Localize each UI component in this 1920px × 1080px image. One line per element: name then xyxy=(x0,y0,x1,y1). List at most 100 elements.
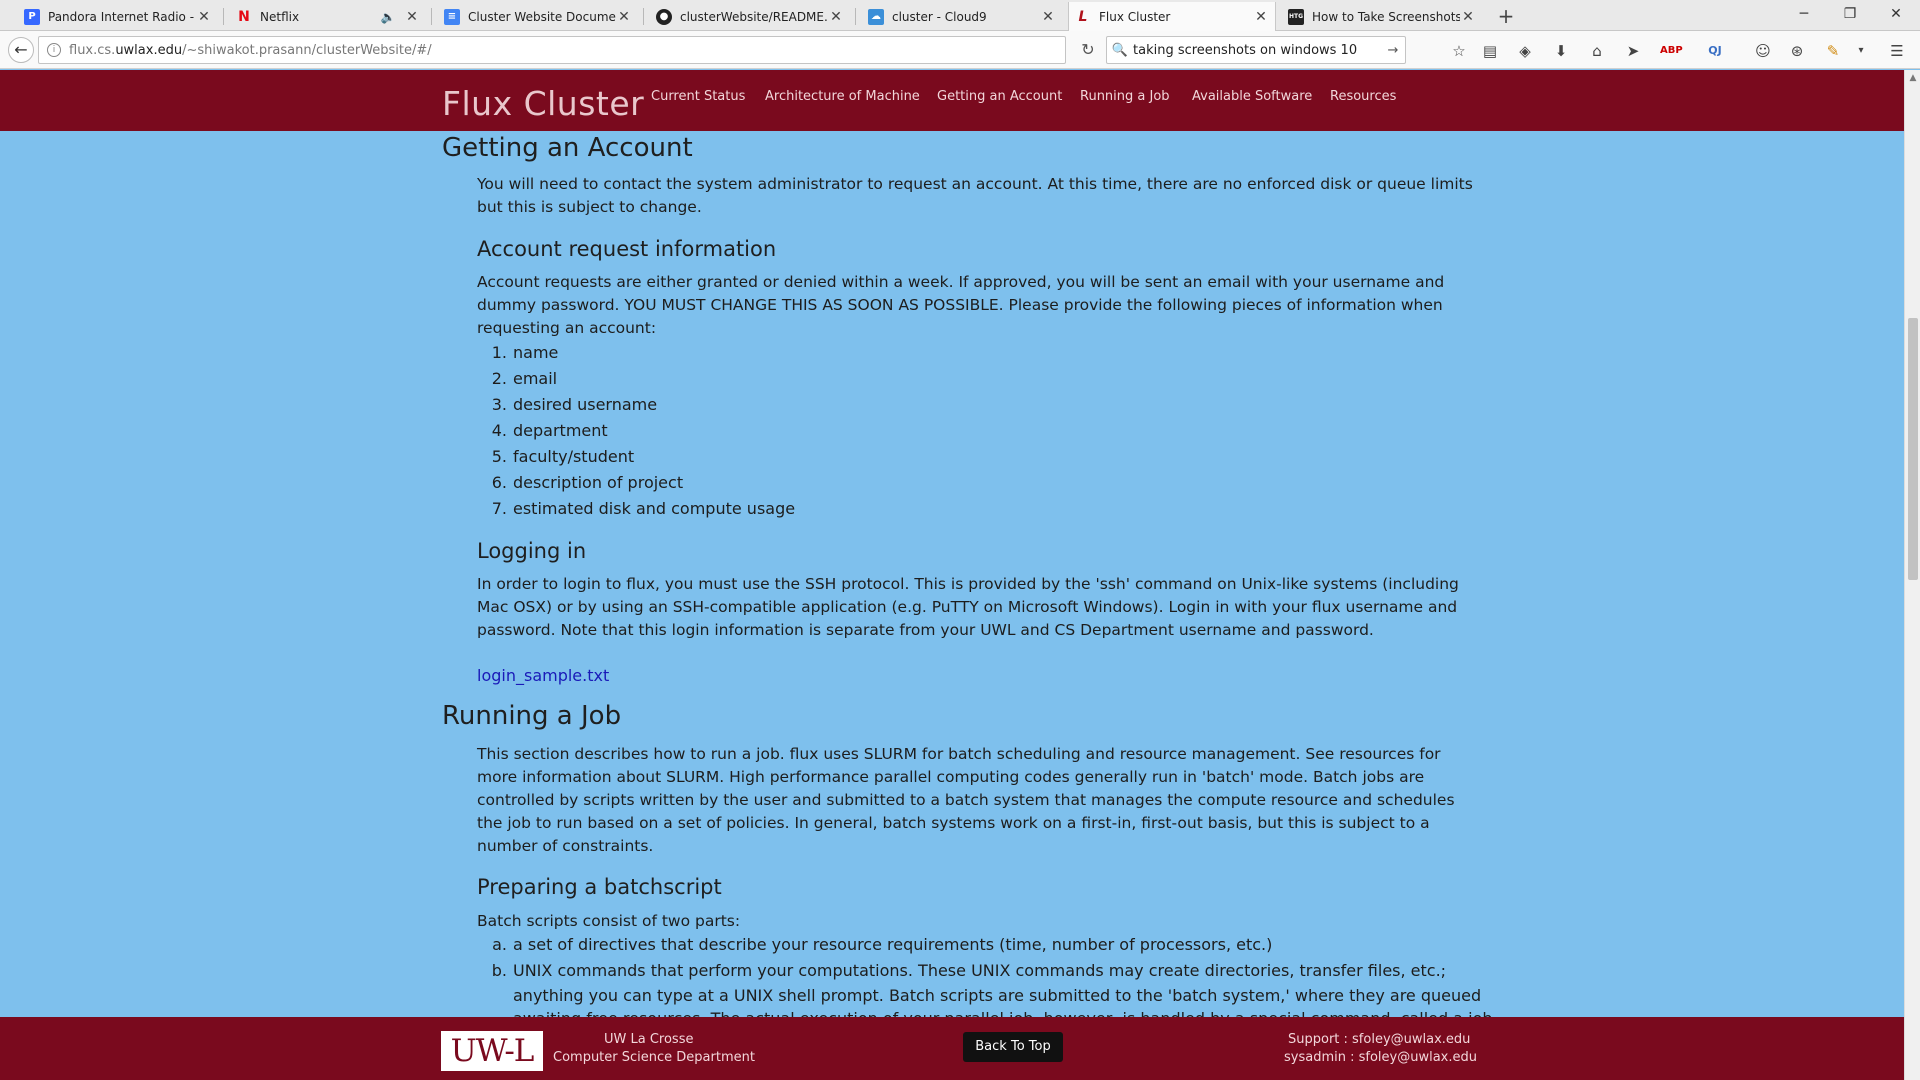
site-header: Flux Cluster Current Status Architecture… xyxy=(0,70,1904,131)
list-item: anything you can type at a UNIX shell pr… xyxy=(513,986,1482,1005)
pandora-favicon-icon: P xyxy=(24,8,40,25)
sync-icon[interactable]: ⊛ xyxy=(1786,40,1808,62)
list-item: 1. name xyxy=(491,343,559,362)
close-tab-icon[interactable]: ✕ xyxy=(404,9,420,25)
heading-logging-in: Logging in xyxy=(477,539,587,563)
login-sample-link[interactable]: login_sample.txt xyxy=(477,666,609,685)
nav-current-status[interactable]: Current Status xyxy=(651,89,745,104)
url-bar[interactable]: i flux.cs. uwlax.edu/~shiwakot.prasann/cl… xyxy=(38,36,1066,64)
heading-account-request: Account request information xyxy=(477,237,777,261)
reload-icon[interactable]: ↻ xyxy=(1074,36,1102,64)
back-to-top-button[interactable]: Back To Top xyxy=(963,1032,1063,1062)
close-window-icon[interactable]: ✕ xyxy=(1876,2,1916,26)
footer-sysadmin: sysadmin : sfoley@uwlax.edu xyxy=(1284,1050,1477,1065)
batchscript-text: Batch scripts consist of two parts: xyxy=(477,912,741,930)
cloud9-favicon-icon: ☁ xyxy=(868,8,884,25)
download-icon[interactable]: ⬇ xyxy=(1550,40,1572,62)
list-item: 5. faculty/student xyxy=(491,447,635,466)
close-tab-icon[interactable]: ✕ xyxy=(1040,9,1056,25)
tab-htg[interactable]: HTG How to Take Screenshots i... ✕ xyxy=(1282,2,1482,31)
tab-github-readme[interactable]: ● clusterWebsite/README.... ✕ xyxy=(650,2,850,31)
list-item: 6. description of project xyxy=(491,473,684,492)
hamburger-menu-icon[interactable]: ☰ xyxy=(1886,40,1908,62)
uwl-logo: UW-L xyxy=(441,1031,543,1071)
extension-qj-icon[interactable]: QJ xyxy=(1704,40,1726,62)
search-bar[interactable]: 🔍 taking screenshots on windows 10 → xyxy=(1106,36,1406,64)
search-go-arrow-icon[interactable]: → xyxy=(1381,43,1405,58)
search-input[interactable]: taking screenshots on windows 10 xyxy=(1133,43,1357,58)
browser-toolbar: ← i flux.cs. uwlax.edu/~shiwakot.prasann/… xyxy=(0,31,1920,69)
list-item: a. a set of directives that describe your… xyxy=(492,935,1273,954)
page-scrollbar[interactable]: ▲ xyxy=(1904,70,1920,1080)
close-tab-icon[interactable]: ✕ xyxy=(1253,9,1269,25)
tab-title: How to Take Screenshots i... xyxy=(1312,9,1460,24)
heading-getting-account: Getting an Account xyxy=(442,133,693,163)
tab-title: cluster - Cloud9 xyxy=(892,9,987,24)
url-domain: uwlax.edu xyxy=(115,42,183,58)
site-brand[interactable]: Flux Cluster xyxy=(442,84,644,123)
search-icon: 🔍 xyxy=(1111,42,1129,58)
logging-in-text: In order to login to flux, you must use … xyxy=(477,575,1459,639)
adblock-icon[interactable]: ABP xyxy=(1660,40,1683,62)
main-content: Getting an Account You will need to cont… xyxy=(0,131,1904,1017)
close-tab-icon[interactable]: ✕ xyxy=(1460,9,1476,25)
extension-icon[interactable]: ✎ xyxy=(1822,40,1844,62)
home-icon[interactable]: ⌂ xyxy=(1586,40,1608,62)
list-item: 7. estimated disk and compute usage xyxy=(491,499,796,518)
url-path: /~shiwakot.prasann/clusterWebsite/#/ xyxy=(182,42,432,58)
list-item: 2. email xyxy=(491,369,558,388)
htg-favicon-icon: HTG xyxy=(1288,8,1304,25)
pocket-icon[interactable]: ◈ xyxy=(1514,40,1536,62)
new-tab-icon[interactable]: + xyxy=(1494,4,1518,28)
bookmark-star-icon[interactable]: ☆ xyxy=(1448,40,1470,62)
url-prefix: flux.cs. xyxy=(69,42,116,58)
scroll-up-arrow-icon[interactable]: ▲ xyxy=(1905,70,1920,86)
close-tab-icon[interactable]: ✕ xyxy=(196,9,212,25)
site-footer: UW-L UW La Crosse Computer Science Depar… xyxy=(0,1017,1904,1080)
list-item: awaiting free resources. The actual exec… xyxy=(477,1009,1493,1017)
list-item: b. UNIX commands that perform your comput… xyxy=(491,961,1447,980)
nav-running-job[interactable]: Running a Job xyxy=(1080,89,1170,104)
docs-favicon-icon: ≡ xyxy=(444,8,460,25)
info-icon[interactable]: i xyxy=(47,43,61,57)
smiley-icon[interactable]: ☺ xyxy=(1752,40,1774,62)
account-request-text: Account requests are either granted or d… xyxy=(477,273,1445,337)
scrollbar-thumb[interactable] xyxy=(1908,318,1918,580)
running-job-text: This section describes how to run a job.… xyxy=(477,745,1455,855)
tab-title: Cluster Website Documen... xyxy=(468,9,616,24)
back-arrow-icon[interactable]: ← xyxy=(8,37,34,63)
minimize-icon[interactable]: ─ xyxy=(1784,2,1824,26)
getting-account-text: You will need to contact the system admi… xyxy=(477,175,1473,216)
tab-cluster-docs[interactable]: ≡ Cluster Website Documen... ✕ xyxy=(438,2,638,31)
list-item: 4. department xyxy=(491,421,608,440)
footer-org-line2: Computer Science Department xyxy=(553,1050,755,1065)
close-tab-icon[interactable]: ✕ xyxy=(616,9,632,25)
overflow-chevron-icon[interactable]: ▾ xyxy=(1850,40,1872,62)
close-tab-icon[interactable]: ✕ xyxy=(828,9,844,25)
reading-list-icon[interactable]: ▤ xyxy=(1479,40,1501,62)
send-icon[interactable]: ➤ xyxy=(1622,40,1644,62)
tab-title: Netflix xyxy=(260,9,300,24)
flux-favicon-icon: L xyxy=(1078,9,1088,25)
netflix-favicon-icon: N xyxy=(238,8,250,25)
list-item: 3. desired username xyxy=(491,395,658,414)
footer-org-line1: UW La Crosse xyxy=(604,1032,694,1047)
tab-pandora[interactable]: P Pandora Internet Radio - L... ✕ xyxy=(18,2,218,31)
nav-resources[interactable]: Resources xyxy=(1330,89,1396,104)
github-favicon-icon: ● xyxy=(656,8,672,25)
tab-title: clusterWebsite/README.... xyxy=(680,9,828,24)
tab-title: Flux Cluster xyxy=(1099,10,1171,24)
tab-title: Pandora Internet Radio - L... xyxy=(48,9,196,24)
nav-available-software[interactable]: Available Software xyxy=(1192,89,1312,104)
restore-icon[interactable]: ❐ xyxy=(1830,2,1870,26)
footer-support: Support : sfoley@uwlax.edu xyxy=(1288,1032,1471,1047)
heading-running-job: Running a Job xyxy=(442,701,622,731)
nav-architecture[interactable]: Architecture of Machine xyxy=(765,89,920,104)
tab-netflix[interactable]: N Netflix 🔈 ✕ xyxy=(230,2,426,31)
tab-cloud9[interactable]: ☁ cluster - Cloud9 ✕ xyxy=(862,2,1062,31)
tab-flux-cluster[interactable]: L Flux Cluster ✕ xyxy=(1068,2,1276,32)
heading-batchscript: Preparing a batchscript xyxy=(477,875,722,899)
nav-getting-account[interactable]: Getting an Account xyxy=(937,89,1062,104)
browser-tab-strip: P Pandora Internet Radio - L... ✕ N Netf… xyxy=(0,0,1920,32)
speaker-icon[interactable]: 🔈 xyxy=(380,10,396,24)
